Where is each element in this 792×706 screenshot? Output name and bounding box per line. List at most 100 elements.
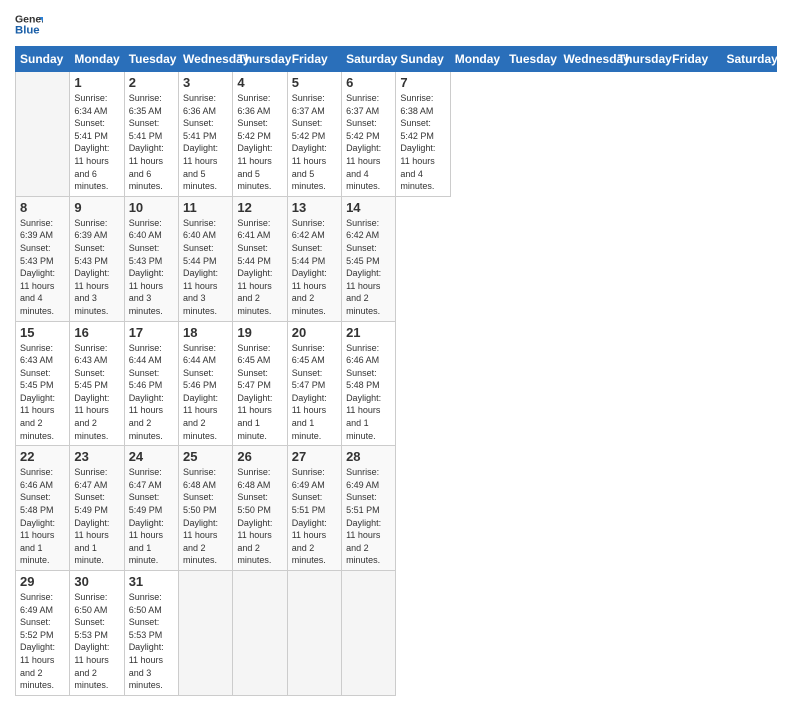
cell-info: Sunrise: 6:47 AMSunset: 5:49 PMDaylight:…: [129, 466, 174, 567]
day-number: 31: [129, 574, 174, 589]
cell-info: Sunrise: 6:45 AMSunset: 5:47 PMDaylight:…: [237, 342, 282, 443]
cell-info: Sunrise: 6:40 AMSunset: 5:43 PMDaylight:…: [129, 217, 174, 318]
day-number: 15: [20, 325, 65, 340]
header-monday: Monday: [70, 47, 124, 72]
col-header-monday: Monday: [450, 47, 504, 72]
calendar-cell: 20 Sunrise: 6:45 AMSunset: 5:47 PMDayligh…: [287, 321, 341, 446]
day-number: 22: [20, 449, 65, 464]
header-row: SundayMondayTuesdayWednesdayThursdayFrid…: [16, 47, 777, 72]
calendar-cell: 23Sunrise: 6:47 AMSunset: 5:49 PMDayligh…: [70, 446, 124, 571]
day-number: 21: [346, 325, 391, 340]
cell-info: Sunrise: 6:46 AMSunset: 5:48 PMDaylight:…: [20, 466, 65, 567]
cell-info: Sunrise: 6:43 AMSunset: 5:45 PMDaylight:…: [20, 342, 65, 443]
header-friday: Friday: [287, 47, 341, 72]
svg-text:General: General: [15, 13, 43, 25]
calendar-cell: 25 Sunrise: 6:48 AMSunset: 5:50 PMDayligh…: [179, 446, 233, 571]
calendar-cell: 31 Sunrise: 6:50 AMSunset: 5:53 PMDayligh…: [124, 571, 178, 696]
cell-info: Sunrise: 6:45 AMSunset: 5:47 PMDaylight:…: [292, 342, 337, 443]
header-saturday: Saturday: [342, 47, 396, 72]
day-number: 26: [237, 449, 282, 464]
col-header-thursday: Thursday: [613, 47, 667, 72]
calendar-cell: 9Sunrise: 6:39 AMSunset: 5:43 PMDaylight…: [70, 196, 124, 321]
calendar-cell: 7 Sunrise: 6:38 AMSunset: 5:42 PMDaylight…: [396, 72, 450, 197]
cell-info: Sunrise: 6:37 AMSunset: 5:42 PMDaylight:…: [292, 92, 337, 193]
calendar-cell: 5 Sunrise: 6:37 AMSunset: 5:42 PMDaylight…: [287, 72, 341, 197]
day-number: 1: [74, 75, 119, 90]
day-number: 6: [346, 75, 391, 90]
calendar-cell: 6 Sunrise: 6:37 AMSunset: 5:42 PMDaylight…: [342, 72, 396, 197]
calendar-table: SundayMondayTuesdayWednesdayThursdayFrid…: [15, 46, 777, 696]
cell-info: Sunrise: 6:44 AMSunset: 5:46 PMDaylight:…: [129, 342, 174, 443]
calendar-cell: 11 Sunrise: 6:40 AMSunset: 5:44 PMDayligh…: [179, 196, 233, 321]
col-header-wednesday: Wednesday: [559, 47, 613, 72]
calendar-cell: 12 Sunrise: 6:41 AMSunset: 5:44 PMDayligh…: [233, 196, 287, 321]
cell-info: Sunrise: 6:41 AMSunset: 5:44 PMDaylight:…: [237, 217, 282, 318]
day-number: 23: [74, 449, 119, 464]
day-number: 28: [346, 449, 391, 464]
logo-icon: General Blue: [15, 10, 43, 38]
day-number: 4: [237, 75, 282, 90]
calendar-cell: [287, 571, 341, 696]
calendar-cell: [179, 571, 233, 696]
day-number: 19: [237, 325, 282, 340]
calendar-cell: 8Sunrise: 6:39 AMSunset: 5:43 PMDaylight…: [16, 196, 70, 321]
day-number: 24: [129, 449, 174, 464]
calendar-cell: 10Sunrise: 6:40 AMSunset: 5:43 PMDayligh…: [124, 196, 178, 321]
calendar-cell: 17Sunrise: 6:44 AMSunset: 5:46 PMDayligh…: [124, 321, 178, 446]
cell-info: Sunrise: 6:49 AMSunset: 5:51 PMDaylight:…: [346, 466, 391, 567]
day-number: 5: [292, 75, 337, 90]
calendar-cell: 22 Sunrise: 6:46 AMSunset: 5:48 PMDayligh…: [16, 446, 70, 571]
cell-info: Sunrise: 6:48 AMSunset: 5:50 PMDaylight:…: [237, 466, 282, 567]
cell-info: Sunrise: 6:50 AMSunset: 5:53 PMDaylight:…: [74, 591, 119, 692]
day-number: 3: [183, 75, 228, 90]
calendar-cell: [16, 72, 70, 197]
calendar-cell: 1 Sunrise: 6:34 AMSunset: 5:41 PMDaylight…: [70, 72, 124, 197]
col-header-tuesday: Tuesday: [505, 47, 559, 72]
cell-info: Sunrise: 6:39 AMSunset: 5:43 PMDaylight:…: [20, 217, 65, 318]
cell-info: Sunrise: 6:42 AMSunset: 5:45 PMDaylight:…: [346, 217, 391, 318]
cell-info: Sunrise: 6:48 AMSunset: 5:50 PMDaylight:…: [183, 466, 228, 567]
cell-info: Sunrise: 6:36 AMSunset: 5:42 PMDaylight:…: [237, 92, 282, 193]
calendar-cell: 15 Sunrise: 6:43 AMSunset: 5:45 PMDayligh…: [16, 321, 70, 446]
day-number: 20: [292, 325, 337, 340]
calendar-cell: 30Sunrise: 6:50 AMSunset: 5:53 PMDayligh…: [70, 571, 124, 696]
calendar-cell: 26 Sunrise: 6:48 AMSunset: 5:50 PMDayligh…: [233, 446, 287, 571]
calendar-cell: 16Sunrise: 6:43 AMSunset: 5:45 PMDayligh…: [70, 321, 124, 446]
day-number: 27: [292, 449, 337, 464]
week-row-4: 29Sunrise: 6:49 AMSunset: 5:52 PMDayligh…: [16, 571, 777, 696]
cell-info: Sunrise: 6:38 AMSunset: 5:42 PMDaylight:…: [400, 92, 445, 193]
cell-info: Sunrise: 6:36 AMSunset: 5:41 PMDaylight:…: [183, 92, 228, 193]
header-wednesday: Wednesday: [179, 47, 233, 72]
cell-info: Sunrise: 6:46 AMSunset: 5:48 PMDaylight:…: [346, 342, 391, 443]
page-header: General Blue: [15, 10, 777, 38]
calendar-cell: [342, 571, 396, 696]
header-thursday: Thursday: [233, 47, 287, 72]
day-number: 18: [183, 325, 228, 340]
cell-info: Sunrise: 6:50 AMSunset: 5:53 PMDaylight:…: [129, 591, 174, 692]
svg-text:Blue: Blue: [15, 25, 40, 37]
day-number: 11: [183, 200, 228, 215]
header-sunday: Sunday: [16, 47, 70, 72]
cell-info: Sunrise: 6:43 AMSunset: 5:45 PMDaylight:…: [74, 342, 119, 443]
calendar-cell: 4 Sunrise: 6:36 AMSunset: 5:42 PMDaylight…: [233, 72, 287, 197]
col-header-saturday: Saturday: [722, 47, 777, 72]
week-row-1: 8Sunrise: 6:39 AMSunset: 5:43 PMDaylight…: [16, 196, 777, 321]
week-row-0: 1 Sunrise: 6:34 AMSunset: 5:41 PMDaylight…: [16, 72, 777, 197]
week-row-2: 15 Sunrise: 6:43 AMSunset: 5:45 PMDayligh…: [16, 321, 777, 446]
cell-info: Sunrise: 6:40 AMSunset: 5:44 PMDaylight:…: [183, 217, 228, 318]
calendar-cell: 19 Sunrise: 6:45 AMSunset: 5:47 PMDayligh…: [233, 321, 287, 446]
header-tuesday: Tuesday: [124, 47, 178, 72]
day-number: 25: [183, 449, 228, 464]
day-number: 12: [237, 200, 282, 215]
day-number: 14: [346, 200, 391, 215]
calendar-cell: 13Sunrise: 6:42 AMSunset: 5:44 PMDayligh…: [287, 196, 341, 321]
cell-info: Sunrise: 6:34 AMSunset: 5:41 PMDaylight:…: [74, 92, 119, 193]
cell-info: Sunrise: 6:37 AMSunset: 5:42 PMDaylight:…: [346, 92, 391, 193]
col-header-sunday: Sunday: [396, 47, 450, 72]
calendar-cell: 18Sunrise: 6:44 AMSunset: 5:46 PMDayligh…: [179, 321, 233, 446]
cell-info: Sunrise: 6:35 AMSunset: 5:41 PMDaylight:…: [129, 92, 174, 193]
day-number: 7: [400, 75, 445, 90]
calendar-cell: 27Sunrise: 6:49 AMSunset: 5:51 PMDayligh…: [287, 446, 341, 571]
week-row-3: 22 Sunrise: 6:46 AMSunset: 5:48 PMDayligh…: [16, 446, 777, 571]
calendar-cell: [233, 571, 287, 696]
